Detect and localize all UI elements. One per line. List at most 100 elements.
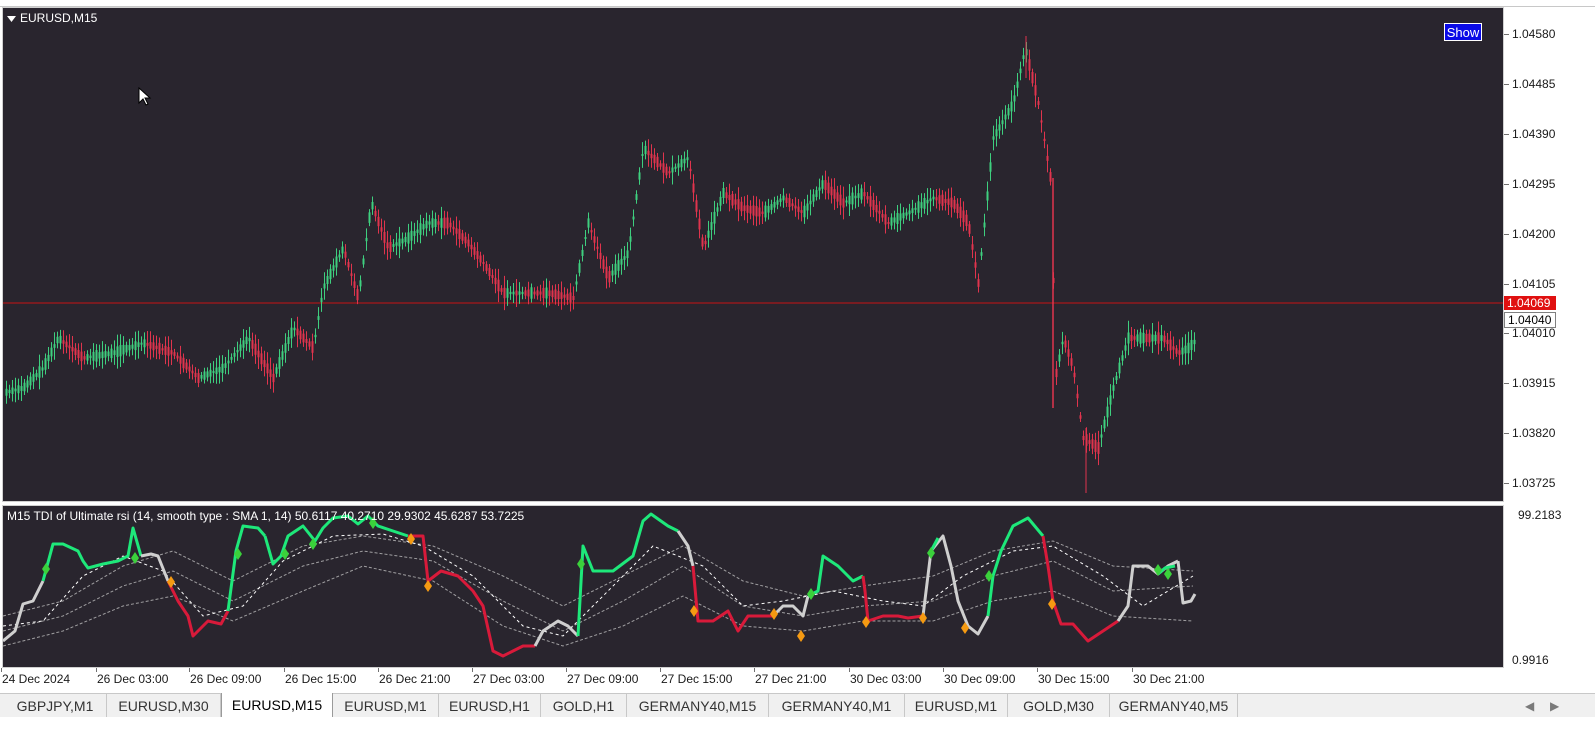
candle-body: [821, 180, 824, 189]
candle-body: [905, 212, 908, 216]
candle-body: [719, 196, 722, 206]
time-axis[interactable]: 24 Dec 2024 26 Dec 03:00 26 Dec 09:00 26 De…: [0, 668, 1504, 692]
candle-body: [245, 336, 248, 345]
candle-body: [152, 342, 155, 351]
candle-body: [446, 217, 449, 229]
candle-body: [1142, 332, 1145, 344]
candle-body: [1028, 59, 1031, 71]
chart-tab[interactable]: GERMANY40,M5: [1110, 694, 1238, 718]
candle-body: [209, 369, 212, 377]
candle-body: [263, 360, 266, 368]
candle-body: [104, 351, 107, 358]
candle-body: [872, 199, 875, 211]
candle-body: [452, 226, 455, 230]
chart-tab[interactable]: GBPJPY,M1: [4, 694, 107, 718]
price-tick: [1504, 34, 1509, 35]
candle-body: [509, 291, 512, 295]
candle-body: [311, 341, 314, 353]
candle-body: [1118, 362, 1121, 374]
chart-tab[interactable]: GOLD,M30: [1008, 694, 1110, 718]
buy-signal-icon: [131, 552, 139, 564]
candle-body: [110, 348, 113, 359]
candle-body: [98, 352, 101, 359]
tdi-rsi-line: [408, 534, 535, 658]
show-button[interactable]: Show: [1444, 23, 1482, 41]
time-label: 27 Dec 21:00: [755, 672, 827, 686]
candle-body: [1190, 339, 1193, 351]
candle-body: [968, 224, 971, 234]
candle-body: [137, 342, 140, 348]
candle-body: [833, 189, 836, 199]
candle-body: [893, 217, 896, 223]
time-label: 30 Dec 03:00: [850, 672, 922, 686]
chart-tab[interactable]: GERMANY40,M15: [627, 694, 769, 718]
tdi-rsi-line: [1041, 535, 1119, 643]
candle-body: [191, 370, 194, 374]
candle-body: [1079, 415, 1082, 419]
candle-body: [89, 355, 92, 359]
candle-body: [353, 281, 356, 288]
price-axis[interactable]: 1.04580 1.04485 1.04390 1.04295 1.04200 1.041…: [1504, 7, 1595, 502]
candle-body: [827, 182, 830, 194]
candle-body: [584, 236, 587, 240]
candle-body: [953, 199, 956, 209]
candle-body: [32, 374, 35, 382]
candle-body: [890, 217, 893, 226]
candle-body: [677, 163, 680, 168]
candle-body: [896, 212, 899, 225]
indicator-max-label: 99.2183: [1518, 508, 1562, 522]
price-chart-area[interactable]: EURUSD,M15 Show: [2, 7, 1504, 502]
candle-body: [284, 343, 287, 353]
candle-body: [1130, 334, 1133, 342]
candle-body: [698, 218, 701, 230]
candle-body: [638, 172, 641, 180]
price-label: 1.03725: [1512, 476, 1556, 491]
chart-tab[interactable]: EURUSD,H1: [439, 694, 541, 718]
candle-body: [758, 207, 761, 217]
candle-body: [305, 338, 308, 344]
indicator-axis[interactable]: 99.2183 0.9916: [1504, 505, 1595, 668]
candlestick-series: [3, 36, 1503, 493]
tdi-rsi-line: [41, 526, 143, 582]
last-price-badge: 1.04040: [1504, 312, 1556, 328]
chart-tab[interactable]: GOLD,H1: [541, 694, 627, 718]
candle-body: [200, 374, 203, 379]
candle-body: [251, 340, 254, 349]
candle-body: [116, 346, 119, 357]
scroll-left-icon[interactable]: ◀: [1525, 694, 1534, 718]
candle-body: [938, 195, 941, 204]
scroll-right-icon[interactable]: ▶: [1550, 694, 1559, 718]
chart-tab[interactable]: EURUSD,M1: [905, 694, 1008, 718]
candle-body: [1127, 332, 1130, 344]
chart-tab[interactable]: EURUSD,M30: [107, 694, 221, 718]
candle-body: [476, 251, 479, 259]
candle-body: [770, 204, 773, 210]
candle-body: [1049, 172, 1052, 182]
candle-body: [17, 385, 20, 394]
candle-body: [830, 186, 833, 196]
tdi-rsi-line: [533, 619, 580, 647]
chart-tab[interactable]: EURUSD,M15: [221, 693, 333, 718]
triangle-down-icon[interactable]: [7, 15, 17, 23]
price-label: 1.04485: [1512, 76, 1556, 91]
chart-tab[interactable]: GERMANY40,M1: [769, 694, 905, 718]
candle-body: [593, 236, 596, 243]
candle-body: [524, 290, 527, 296]
candle-body: [356, 289, 359, 301]
candle-body: [227, 360, 230, 364]
candle-body: [368, 212, 371, 223]
candle-body: [47, 354, 50, 362]
candle-body: [869, 196, 872, 207]
time-label: 26 Dec 03:00: [97, 672, 169, 686]
candle-body: [143, 339, 146, 348]
candle-body: [1082, 435, 1085, 441]
candle-body: [374, 210, 377, 217]
chart-tab[interactable]: EURUSD,M1: [333, 694, 439, 718]
tdi-rsi-line: [807, 554, 864, 598]
indicator-subwindow[interactable]: M15 TDI of Ultimate rsi (14, smooth type…: [2, 505, 1504, 668]
candle-body: [1076, 393, 1079, 399]
candle-body: [713, 211, 716, 224]
candle-body: [611, 270, 614, 276]
candle-body: [962, 210, 965, 223]
candle-body: [107, 351, 110, 357]
